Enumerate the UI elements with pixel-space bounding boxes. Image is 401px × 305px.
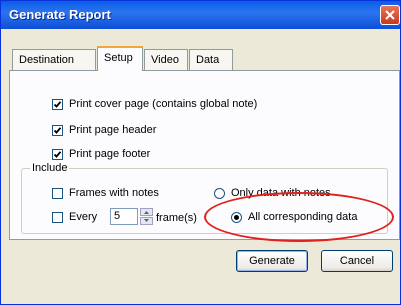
checkbox[interactable]	[52, 211, 63, 223]
option-label: Print page header	[69, 124, 157, 136]
title-bar[interactable]: Generate Report	[1, 1, 400, 29]
annotation-highlight-circle	[204, 192, 394, 242]
close-button[interactable]	[380, 5, 400, 25]
cancel-button[interactable]: Cancel	[321, 250, 393, 272]
dialog-title: Generate Report	[9, 7, 111, 22]
checkmark-icon	[53, 100, 62, 108]
spin-down-button[interactable]	[140, 217, 153, 225]
checkmark-icon	[53, 150, 62, 158]
include-group-label: Include	[30, 162, 70, 174]
frame-interval-spinner[interactable]	[140, 208, 153, 225]
option-label: Print cover page (contains global note)	[69, 98, 258, 110]
option-every-n-frames[interactable]: Every	[52, 211, 97, 223]
option-print-page-footer[interactable]: Print page footer	[52, 148, 150, 160]
option-print-cover-page[interactable]: Print cover page (contains global note)	[52, 98, 257, 110]
tab-destination[interactable]: Destination	[12, 49, 96, 70]
frame-interval-input[interactable]: 5	[110, 208, 138, 225]
tab-video[interactable]: Video	[144, 49, 188, 70]
option-print-page-header[interactable]: Print page header	[52, 124, 156, 136]
frames-suffix-label: frame(s)	[156, 212, 197, 224]
arrow-down-icon	[144, 219, 149, 222]
option-label: Print page footer	[69, 148, 151, 160]
generate-report-dialog: Generate Report Destination Setup Video …	[0, 0, 401, 305]
checkbox[interactable]	[52, 148, 63, 160]
tab-setup[interactable]: Setup	[97, 46, 143, 71]
generate-button[interactable]: Generate	[236, 250, 308, 272]
checkmark-icon	[53, 126, 62, 134]
arrow-up-icon	[144, 211, 149, 214]
close-icon	[385, 10, 395, 20]
option-label: Frames with notes	[69, 187, 159, 199]
checkbox[interactable]	[52, 124, 63, 136]
option-frames-with-notes[interactable]: Frames with notes	[52, 187, 159, 199]
spin-up-button[interactable]	[140, 208, 153, 216]
radio-button[interactable]	[214, 187, 225, 199]
checkbox[interactable]	[52, 187, 63, 199]
option-label: Every	[69, 211, 98, 223]
checkbox[interactable]	[52, 98, 63, 110]
tab-data[interactable]: Data	[189, 49, 233, 70]
